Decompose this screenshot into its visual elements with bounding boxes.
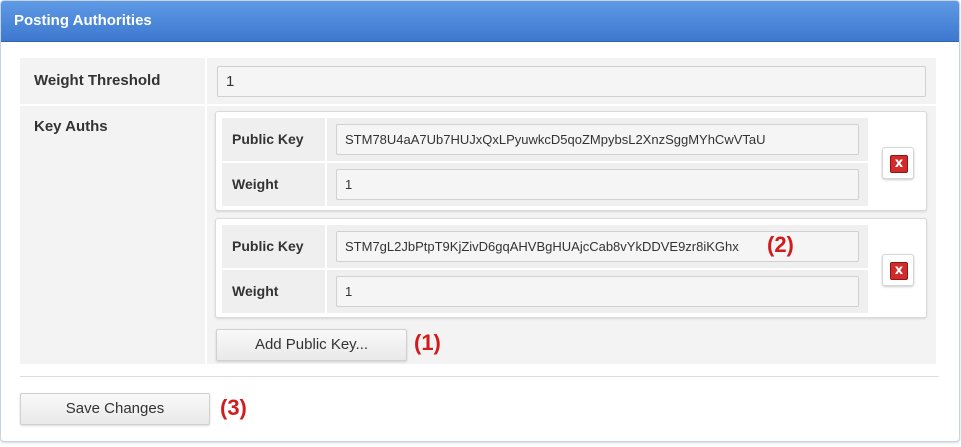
posting-authorities-panel: Posting Authorities Weight Threshold 1 K…: [0, 0, 960, 442]
weight-label: Weight: [222, 270, 325, 313]
save-changes-button[interactable]: Save Changes: [20, 393, 210, 425]
delete-key-button[interactable]: x: [882, 147, 914, 179]
add-public-key-button[interactable]: Add Public Key...: [216, 329, 407, 361]
public-key-label: Public Key: [222, 225, 325, 268]
divider: [20, 376, 939, 377]
public-key-label: Public Key: [222, 118, 325, 161]
annotation-label: (1): [414, 330, 441, 355]
close-icon: x: [890, 155, 908, 173]
weight-threshold-label: Weight Threshold: [20, 58, 205, 104]
annotation-label: (3): [220, 395, 247, 420]
annotation-label: (2): [767, 232, 794, 257]
panel-title: Posting Authorities: [1, 1, 959, 42]
weight-input[interactable]: 1: [336, 276, 859, 307]
delete-key-button[interactable]: x: [882, 254, 914, 286]
key-auth-entry: Public Key STM78U4aA7Ub7HUJxQxLPyuwkcD5q…: [215, 111, 927, 211]
weight-label: Weight: [222, 163, 325, 206]
key-auths-label: Key Auths: [20, 106, 205, 364]
public-key-input[interactable]: STM78U4aA7Ub7HUJxQxLPyuwkcD5qoZMpybsL2Xn…: [336, 124, 859, 155]
key-auth-entry: Public Key STM7gL2JbPtpT9KjZivD6gqAHVBgH…: [215, 218, 927, 318]
weight-threshold-input[interactable]: 1: [217, 66, 926, 97]
weight-input[interactable]: 1: [336, 169, 859, 200]
close-icon: x: [890, 262, 908, 280]
